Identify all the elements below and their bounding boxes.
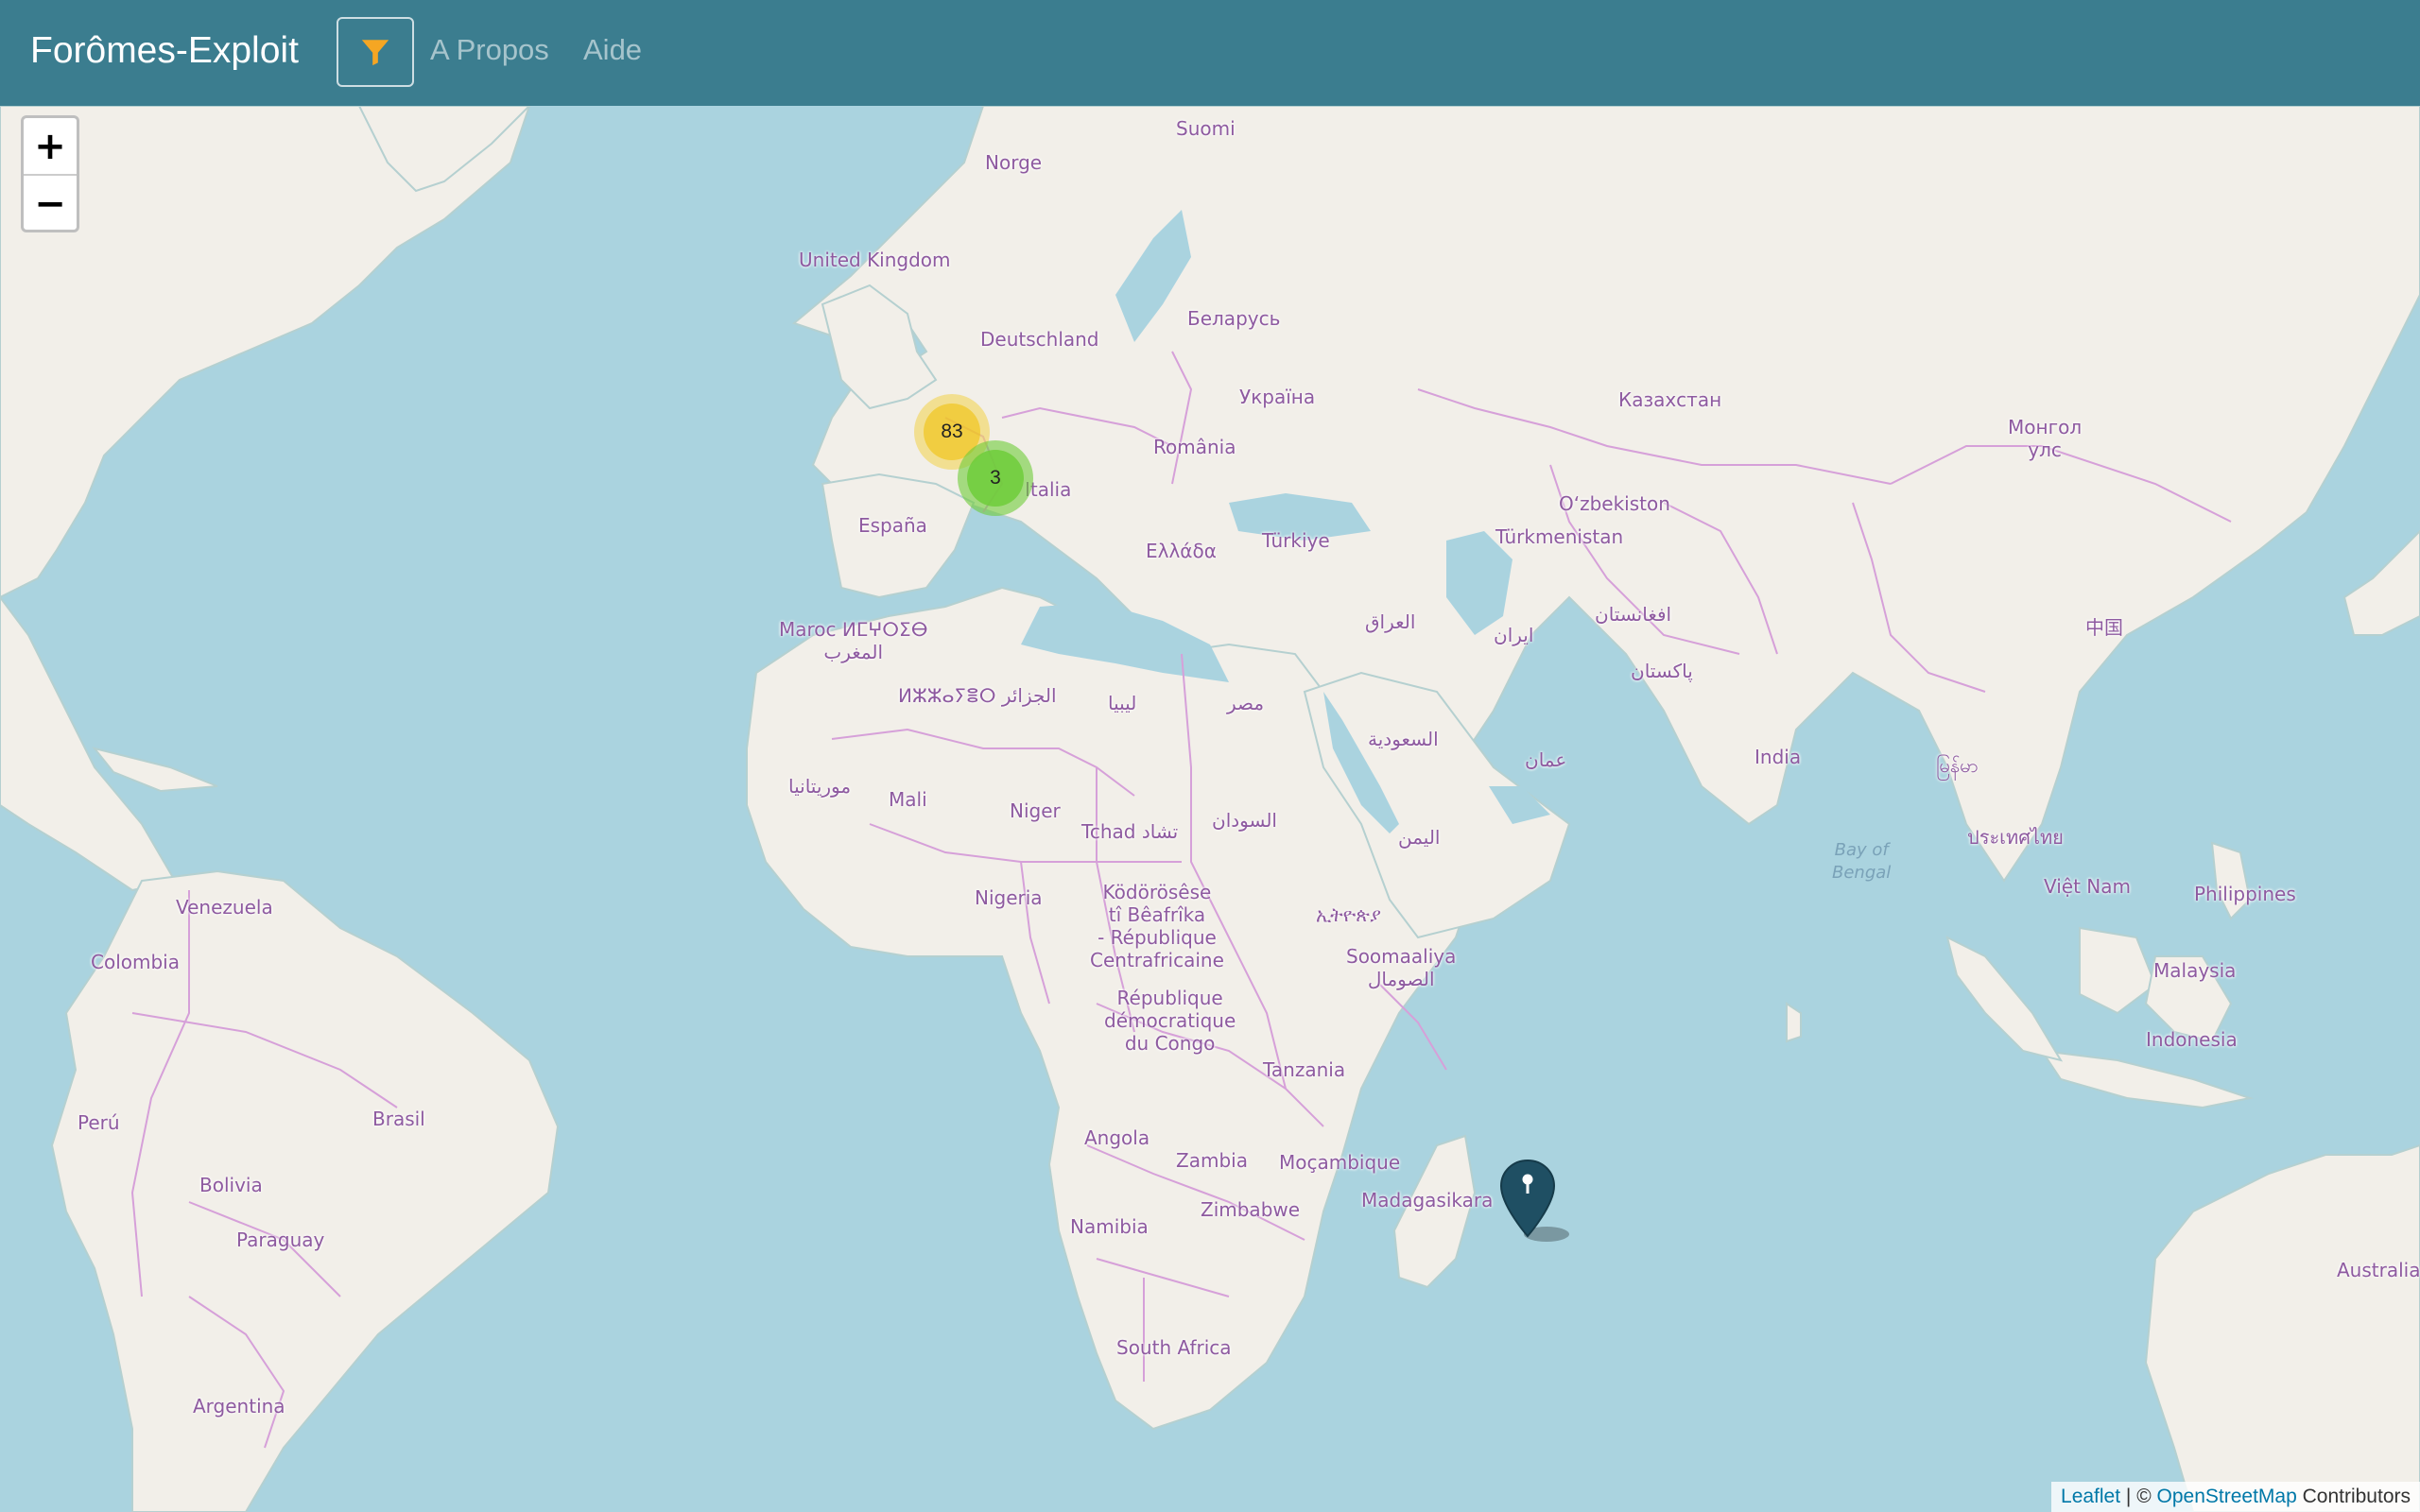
nav-link-a-propos[interactable]: A Propos xyxy=(430,0,549,106)
label-madagascar: Madagasikara xyxy=(1361,1189,1494,1211)
label-mongolia: Монгол улс xyxy=(2008,416,2083,461)
label-bolivia: Bolivia xyxy=(199,1174,263,1196)
label-uzbekistan: O‘zbekiston xyxy=(1559,492,1670,515)
cluster-marker-3[interactable]: 3 xyxy=(958,440,1033,516)
label-sudan: السودان xyxy=(1212,809,1277,832)
label-egypt: مصر xyxy=(1227,692,1265,714)
zoom-out-button[interactable]: − xyxy=(24,174,77,230)
label-mali: Mali xyxy=(889,788,927,811)
label-myanmar: မြန်မာ xyxy=(1936,754,1979,777)
label-iraq: العراق xyxy=(1365,610,1416,633)
label-car: Ködörösêse tî Bêafrîka - République Cent… xyxy=(1090,881,1224,971)
label-argentina: Argentina xyxy=(193,1395,285,1418)
nav-link-aide[interactable]: Aide xyxy=(583,0,642,106)
label-australia: Australia xyxy=(2337,1259,2420,1281)
label-venezuela: Venezuela xyxy=(176,896,273,919)
map-view[interactable]: Suomi Norge United Kingdom Deutschland Б… xyxy=(0,106,2420,1512)
attribution-contributors: Contributors xyxy=(2296,1486,2411,1507)
label-peru: Perú xyxy=(78,1111,120,1134)
label-thailand: ประเทศไทย xyxy=(1967,826,2064,849)
label-norge: Norge xyxy=(985,151,1043,174)
attribution-separator: | © xyxy=(2120,1486,2157,1507)
label-somalia: Soomaaliya الصومال xyxy=(1346,945,1457,990)
label-algeria: ⵍⵣⵣⴰⵢⴻⵔ الجزائر xyxy=(898,684,1057,707)
label-indonesia: Indonesia xyxy=(2146,1028,2238,1051)
label-zambia: Zambia xyxy=(1176,1149,1248,1172)
label-ethiopia: ኢትዮጵያ xyxy=(1316,903,1381,926)
label-tanzania: Tanzania xyxy=(1263,1058,1346,1081)
label-afghanistan: افغانستان xyxy=(1595,603,1672,626)
label-nigeria: Nigeria xyxy=(975,886,1043,909)
label-turkmenistan: Türkmenistan xyxy=(1495,525,1624,548)
label-china: 中国 xyxy=(2085,616,2123,639)
label-angola: Angola xyxy=(1084,1126,1150,1149)
label-bay-of-bengal: Bay of Bengal xyxy=(1832,840,1892,883)
label-ukraine: Україна xyxy=(1239,386,1316,408)
navbar: Forômes-Exploit A Propos Aide xyxy=(0,0,2420,106)
label-deutschland: Deutschland xyxy=(980,328,1099,351)
label-niger: Niger xyxy=(1010,799,1061,822)
label-paraguay: Paraguay xyxy=(236,1228,325,1251)
brand-title[interactable]: Forômes-Exploit xyxy=(30,0,299,106)
label-brasil: Brasil xyxy=(372,1108,425,1130)
label-namibia: Namibia xyxy=(1070,1215,1149,1238)
label-mozambique: Moçambique xyxy=(1279,1151,1401,1174)
label-oman: عمان xyxy=(1525,748,1567,771)
label-philippines: Philippines xyxy=(2194,883,2296,905)
zoom-control: + − xyxy=(21,115,79,232)
label-saudi: السعودية xyxy=(1368,728,1439,750)
filter-icon xyxy=(361,40,389,66)
label-drc: République démocratique du Congo xyxy=(1104,987,1236,1055)
filter-button[interactable] xyxy=(337,17,414,87)
map-pin-icon[interactable] xyxy=(1497,1157,1573,1247)
label-mauritania: موريتانيا xyxy=(788,775,852,798)
label-india: India xyxy=(1754,746,1802,768)
label-malaysia: Malaysia xyxy=(2153,959,2237,982)
label-kazakhstan: Казахстан xyxy=(1618,388,1722,411)
label-yemen: اليمن xyxy=(1398,826,1441,849)
osm-link[interactable]: OpenStreetMap xyxy=(2157,1486,2297,1507)
zoom-in-button[interactable]: + xyxy=(24,118,77,174)
label-vietnam: Việt Nam xyxy=(2044,875,2132,898)
label-belarus: Беларусь xyxy=(1187,307,1281,330)
label-greece: Ελλάδα xyxy=(1146,540,1217,562)
label-colombia: Colombia xyxy=(91,951,180,973)
label-espana: España xyxy=(858,514,927,537)
label-suomi: Suomi xyxy=(1176,117,1236,140)
map-attribution: Leaflet | © OpenStreetMap Contributors xyxy=(2051,1482,2420,1512)
label-romania: România xyxy=(1153,436,1236,458)
label-uk: United Kingdom xyxy=(799,249,951,271)
label-iran: ایران xyxy=(1494,624,1534,646)
label-turkiye: Türkiye xyxy=(1262,529,1330,552)
cluster-count: 3 xyxy=(967,450,1024,507)
label-libya: ليبيا xyxy=(1108,692,1137,714)
leaflet-link[interactable]: Leaflet xyxy=(2061,1486,2120,1507)
label-south-africa: South Africa xyxy=(1116,1336,1232,1359)
label-chad: Tchad تشاد xyxy=(1081,820,1179,843)
label-pakistan: پاکستان xyxy=(1631,660,1693,682)
label-maroc: Maroc ⵍⵎⵖⵔⵉⴱ المغرب xyxy=(779,618,928,663)
label-zimbabwe: Zimbabwe xyxy=(1201,1198,1301,1221)
